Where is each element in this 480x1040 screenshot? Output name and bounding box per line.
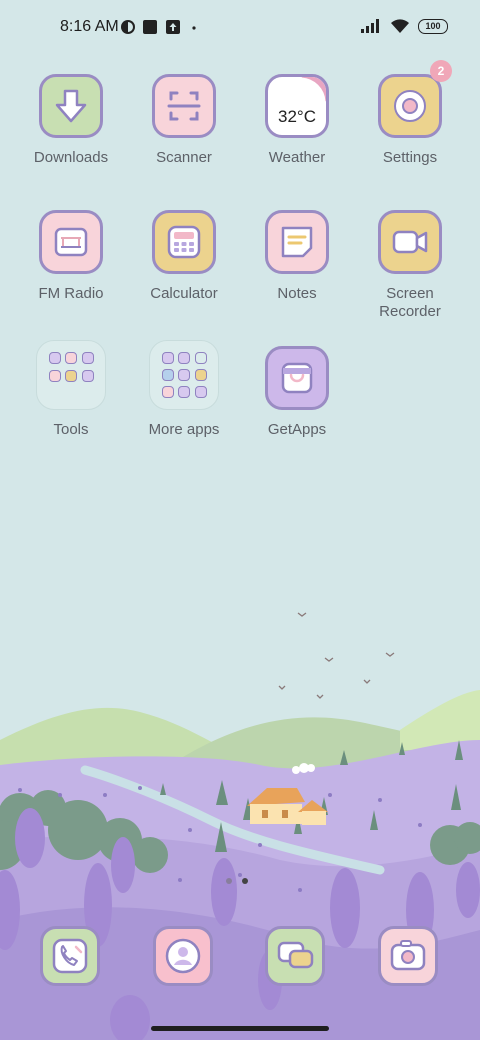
- messages-icon: [265, 926, 325, 986]
- shopping-bag-icon: [265, 346, 329, 410]
- app-weather[interactable]: 32°C Weather: [241, 74, 353, 166]
- folder-tools[interactable]: Tools: [15, 340, 127, 438]
- settings-icon: [378, 74, 442, 138]
- app-label: Downloads: [33, 149, 109, 166]
- app-label: Tools: [53, 421, 89, 438]
- status-bar: 8:16 AM 100: [0, 0, 480, 56]
- camera-icon: [378, 926, 438, 986]
- phone-icon: [40, 926, 100, 986]
- app-label: Scanner: [156, 149, 212, 166]
- page-dot: [226, 878, 232, 884]
- app-settings[interactable]: Settings: [354, 74, 466, 166]
- dock-contacts[interactable]: [153, 926, 213, 986]
- dock-camera[interactable]: [378, 926, 438, 986]
- upload-icon: [166, 20, 180, 34]
- signal-icon: [361, 19, 379, 33]
- app-calculator[interactable]: Calculator: [128, 210, 240, 302]
- app-getapps[interactable]: GetApps: [241, 346, 353, 438]
- notes-icon: [265, 210, 329, 274]
- app-notes[interactable]: Notes: [241, 210, 353, 302]
- notification-square-icon: [143, 20, 157, 34]
- video-camera-icon: [378, 210, 442, 274]
- app-label: Calculator: [150, 285, 218, 302]
- scanner-icon: [152, 74, 216, 138]
- more-notifications-icon: [192, 26, 196, 30]
- more-apps-folder-icon: [149, 340, 219, 410]
- battery-indicator: 100: [418, 18, 448, 34]
- app-label: GetApps: [267, 421, 327, 438]
- app-fm-radio[interactable]: FM Radio: [15, 210, 127, 302]
- page-dot-active: [242, 878, 248, 884]
- wifi-icon: [391, 19, 409, 33]
- app-downloads[interactable]: Downloads: [15, 74, 127, 166]
- tools-folder-icon: [36, 340, 106, 410]
- home-gesture-bar[interactable]: [151, 1026, 329, 1031]
- calculator-icon: [152, 210, 216, 274]
- app-label: Screen Recorder: [379, 285, 441, 320]
- app-scanner[interactable]: Scanner: [128, 74, 240, 166]
- page-indicator: [226, 878, 248, 884]
- radio-icon: [39, 210, 103, 274]
- folder-more-apps[interactable]: More apps: [128, 340, 240, 438]
- app-label: Settings: [382, 149, 438, 166]
- status-time: 8:16 AM: [60, 18, 119, 35]
- app-label: Weather: [268, 149, 326, 166]
- app-label: Notes: [277, 285, 317, 302]
- data-saver-icon: [121, 20, 135, 34]
- weather-icon: 32°C: [265, 74, 329, 138]
- contacts-icon: [153, 926, 213, 986]
- app-label: FM Radio: [38, 285, 104, 302]
- weather-temp: 32°C: [278, 107, 316, 126]
- app-screen-recorder[interactable]: Screen Recorder: [354, 210, 466, 321]
- app-label: More apps: [148, 421, 220, 438]
- dock-messages[interactable]: [265, 926, 325, 986]
- dock-phone[interactable]: [40, 926, 100, 986]
- downloads-icon: [39, 74, 103, 138]
- settings-notification-badge: 2: [430, 60, 452, 82]
